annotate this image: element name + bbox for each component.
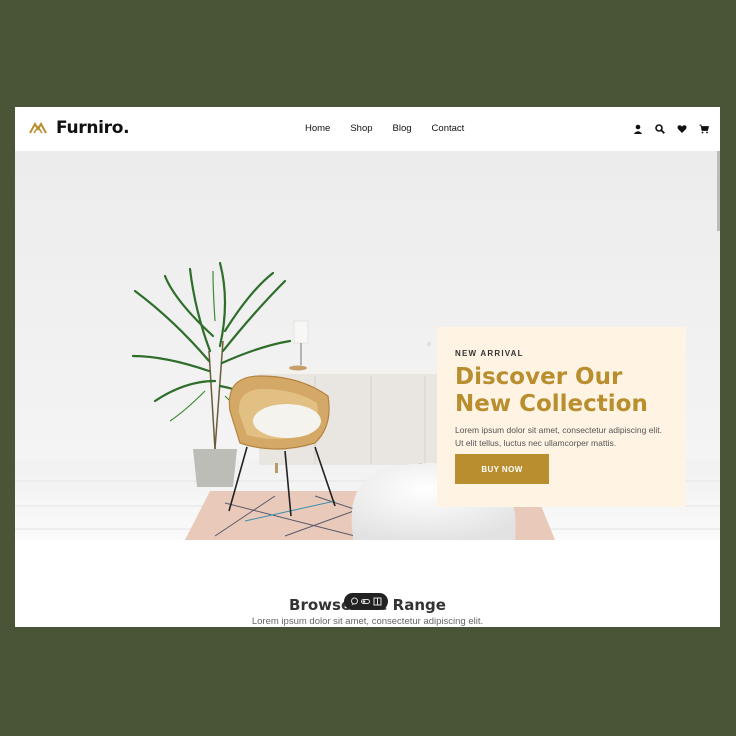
header-actions — [632, 123, 710, 135]
hero-banner: NEW ARRIVAL Discover Our New Collection … — [15, 151, 720, 540]
nav-shop[interactable]: Shop — [350, 123, 372, 134]
main-nav: Home Shop Blog Contact — [305, 123, 484, 134]
floating-toolbar — [344, 593, 388, 610]
browser-frame: Furniro. Home Shop Blog Contact NEW ARRI… — [15, 107, 720, 627]
nav-blog[interactable]: Blog — [393, 123, 412, 134]
site-header: Furniro. Home Shop Blog Contact — [15, 107, 720, 151]
nav-home[interactable]: Home — [305, 123, 330, 134]
brand-name: Furniro. — [56, 118, 130, 138]
toggle-icon[interactable] — [361, 597, 371, 606]
promo-eyebrow: NEW ARRIVAL — [455, 349, 524, 358]
promo-title: Discover Our New Collection — [455, 364, 668, 418]
buy-now-button[interactable]: BUY NOW — [455, 454, 549, 484]
logo-mark-icon — [29, 122, 47, 134]
nav-contact[interactable]: Contact — [432, 123, 465, 134]
promo-title-line-1: Discover Our — [455, 364, 623, 390]
cart-icon[interactable] — [698, 123, 710, 135]
promo-title-line-2: New Collection — [455, 391, 648, 417]
panel-icon[interactable] — [373, 597, 382, 606]
heart-icon[interactable] — [676, 123, 688, 135]
promo-card: NEW ARRIVAL Discover Our New Collection … — [437, 327, 686, 507]
browse-subtitle: Lorem ipsum dolor sit amet, consectetur … — [251, 616, 484, 627]
brand-logo[interactable]: Furniro. — [29, 118, 130, 138]
search-icon[interactable] — [654, 123, 666, 135]
user-icon[interactable] — [632, 123, 644, 135]
comment-icon[interactable] — [350, 597, 359, 606]
promo-text: Lorem ipsum dolor sit amet, consectetur … — [455, 425, 662, 448]
scrollbar[interactable] — [717, 151, 720, 231]
